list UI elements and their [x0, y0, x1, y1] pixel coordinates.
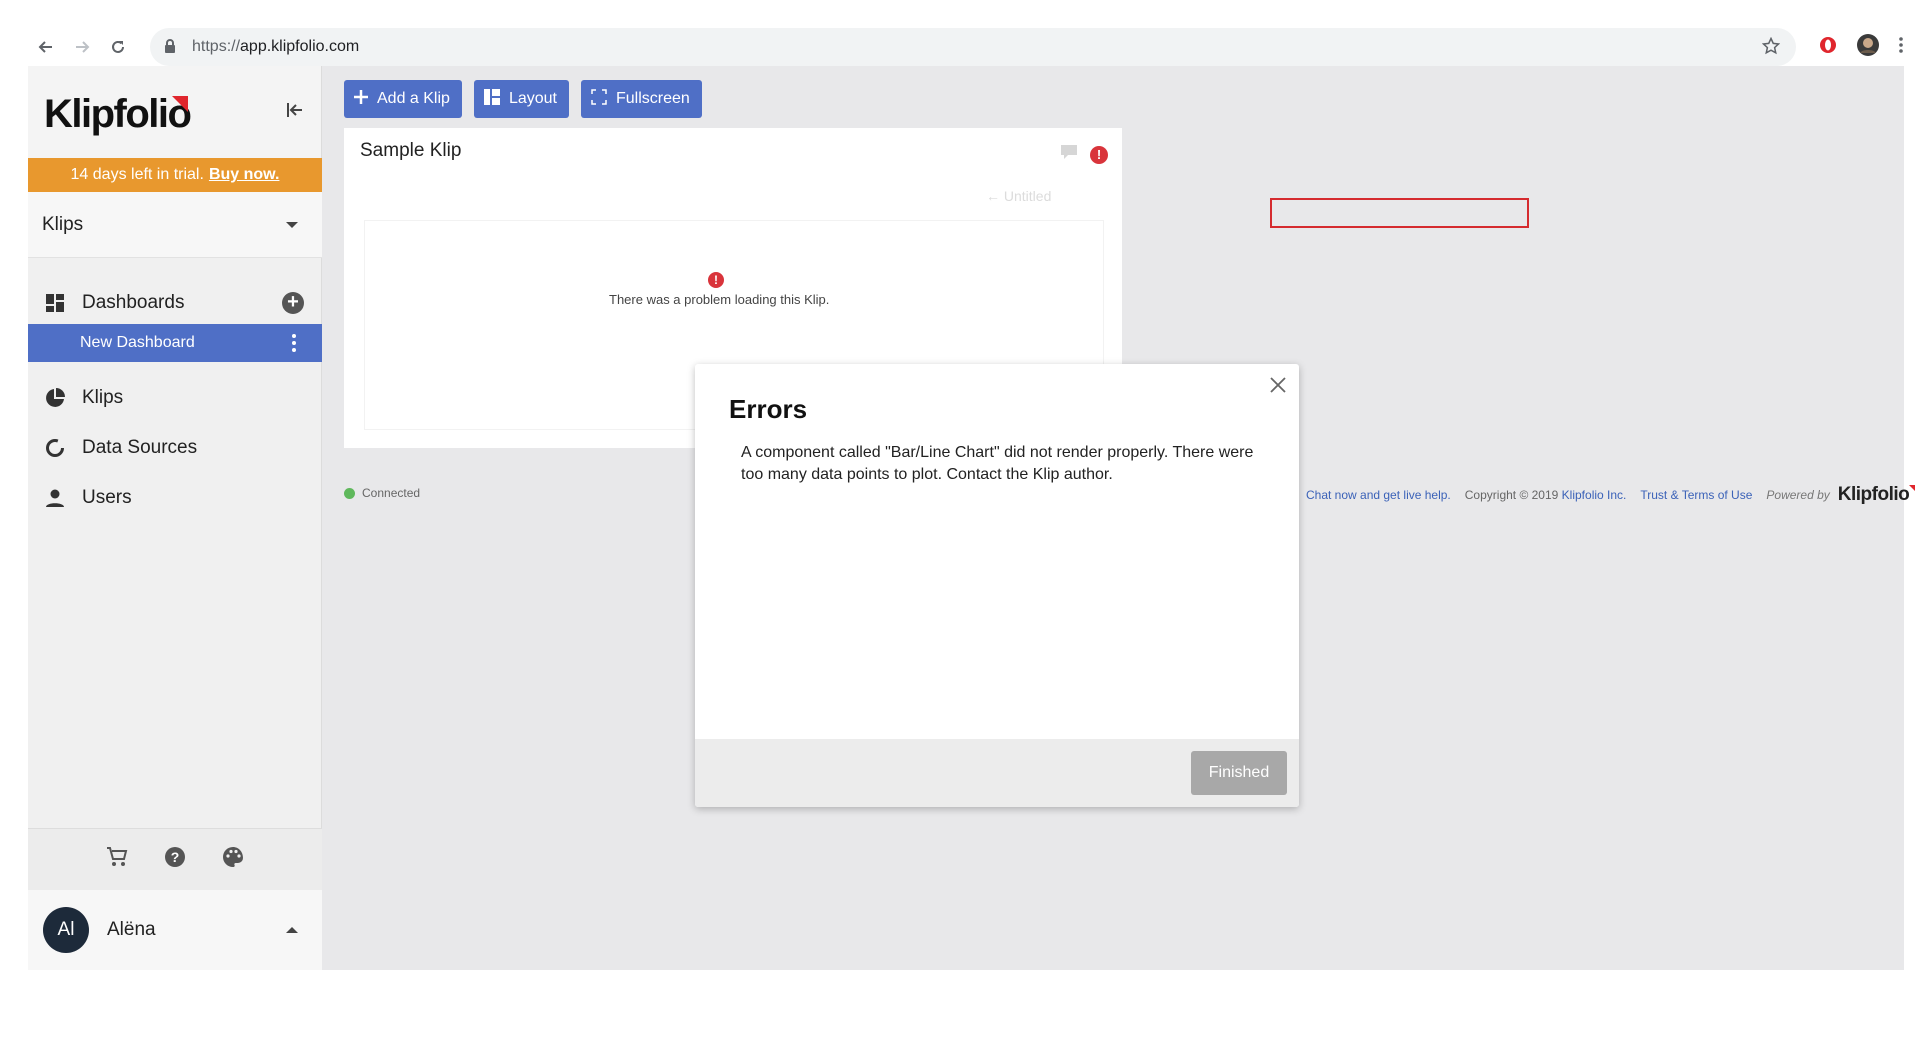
company-link[interactable]: Klipfolio Inc. — [1562, 488, 1627, 502]
palette-icon[interactable] — [222, 846, 244, 873]
help-icon[interactable]: ? — [164, 846, 186, 873]
sidebar-utility-bar: ? — [28, 828, 322, 890]
chevron-up-icon — [286, 927, 298, 933]
more-options-icon[interactable] — [292, 334, 296, 352]
add-klip-button[interactable]: Add a Klip — [344, 80, 462, 118]
error-icon[interactable]: ! — [1090, 145, 1108, 164]
dashboard-icon — [44, 292, 66, 314]
klip-title: Sample Klip — [360, 140, 462, 161]
logo-area: Klipfolio — [28, 66, 321, 158]
connection-status: Connected — [344, 486, 420, 500]
bookmark-star-icon[interactable] — [1761, 36, 1781, 60]
chevron-down-icon — [286, 222, 298, 228]
user-menu[interactable]: Al Alëna — [28, 890, 322, 970]
section-dropdown[interactable]: Klips — [28, 192, 322, 258]
dialog-footer: Finished — [695, 739, 1299, 807]
dashboard-toolbar: Add a Klip Layout Fullscreen — [344, 80, 702, 118]
address-bar[interactable]: https://app.klipfolio.com — [150, 28, 1796, 66]
url-host: app.klipfolio.com — [240, 38, 360, 55]
klip-actions: ! — [1060, 144, 1108, 165]
plus-icon — [354, 89, 368, 109]
sidebar-item-users[interactable]: Users — [28, 478, 322, 518]
status-dot-icon — [344, 487, 355, 499]
layout-icon — [483, 88, 500, 110]
terms-link[interactable]: Trust & Terms of Use — [1640, 488, 1752, 502]
layout-label: Layout — [508, 90, 557, 107]
copyright-label: Copyright © 2019 — [1464, 488, 1559, 502]
comment-icon[interactable] — [1060, 144, 1078, 165]
klipfolio-logo[interactable]: Klipfolio — [44, 92, 192, 137]
sidebar-item-dashboards[interactable]: Dashboards + — [28, 283, 322, 323]
fullscreen-button[interactable]: Fullscreen — [580, 80, 702, 118]
profile-avatar-icon[interactable] — [1856, 33, 1880, 62]
expand-icon — [591, 88, 607, 110]
sidebar-item-data-sources[interactable]: Data Sources — [28, 428, 322, 468]
sidebar-item-label: Users — [82, 487, 132, 508]
sidebar-item-label: Dashboards — [82, 292, 185, 313]
sidebar: Klipfolio 14 days left in trial. Buy now… — [28, 66, 322, 970]
lock-icon — [164, 39, 176, 59]
footer-logo[interactable]: Klipfolio — [1838, 484, 1916, 506]
klip-subtitle: ← Untitled — [986, 188, 1052, 204]
sidebar-item-klips[interactable]: Klips — [28, 378, 322, 418]
pie-chart-icon — [44, 387, 66, 409]
sidebar-item-label: Klips — [82, 387, 124, 408]
trial-banner: 14 days left in trial. Buy now. — [28, 158, 322, 192]
close-icon[interactable] — [1269, 376, 1287, 394]
layout-button[interactable]: Layout — [473, 80, 569, 118]
user-name: Alëna — [107, 919, 156, 940]
connection-label: Connected — [362, 486, 421, 500]
trial-text: 14 days left in trial. — [70, 166, 204, 183]
buy-now-link[interactable]: Buy now. — [209, 166, 280, 184]
reload-icon[interactable] — [100, 29, 136, 65]
sidebar-item-new-dashboard[interactable]: New Dashboard — [28, 324, 322, 362]
opera-extension-icon[interactable] — [1818, 35, 1838, 60]
logo-mark-icon — [172, 96, 188, 112]
cart-icon[interactable] — [106, 846, 128, 873]
sidebar-item-label: Data Sources — [82, 437, 198, 458]
errors-dialog: Errors A component called "Bar/Line Char… — [695, 364, 1299, 807]
forward-icon[interactable] — [64, 29, 100, 65]
powered-by-text: Powered by — [1766, 488, 1830, 502]
svg-text:?: ? — [171, 849, 180, 865]
chat-link[interactable]: Chat now and get live help. — [1306, 488, 1451, 502]
footer: Chat now and get live help. Copyright © … — [1306, 484, 1916, 506]
dialog-message: A component called "Bar/Line Chart" did … — [741, 444, 1254, 483]
add-dashboard-icon[interactable]: + — [282, 292, 304, 314]
browser-toolbar: https://app.klipfolio.com — [28, 28, 1904, 66]
browser-menu-icon[interactable] — [1898, 36, 1904, 59]
url-protocol: https:// — [192, 38, 241, 55]
sidebar-item-label: New Dashboard — [80, 334, 195, 351]
data-sources-icon — [44, 437, 66, 459]
back-icon[interactable] — [28, 29, 64, 65]
app-window: Klipfolio 14 days left in trial. Buy now… — [28, 66, 1916, 970]
avatar: Al — [43, 907, 89, 953]
copyright-text: Copyright © 2019 Klipfolio Inc. — [1465, 488, 1627, 502]
dialog-title: Errors — [729, 394, 808, 424]
add-klip-label: Add a Klip — [377, 90, 450, 107]
finished-button[interactable]: Finished — [1191, 751, 1287, 795]
collapse-sidebar-icon[interactable] — [285, 100, 305, 125]
user-icon — [44, 487, 66, 509]
klip-error-text: There was a problem loading this Klip. — [609, 292, 830, 307]
klip-error-icon: ! — [708, 272, 724, 288]
browser-extensions — [1818, 28, 1904, 66]
section-dropdown-label: Klips — [42, 213, 84, 235]
highlight-box — [1270, 198, 1529, 228]
fullscreen-label: Fullscreen — [615, 90, 690, 107]
